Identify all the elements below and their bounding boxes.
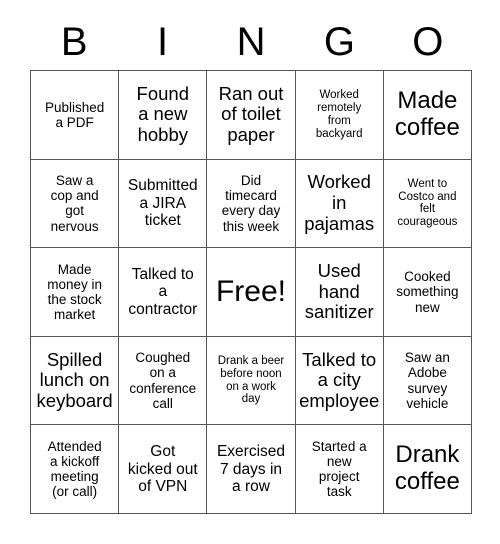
bingo-cell-label: Made money in the stock market	[47, 261, 102, 323]
bingo-cell[interactable]: Talked to a city employee	[295, 336, 384, 426]
bingo-cell-label: Exercised 7 days in a row	[216, 443, 286, 495]
bingo-cell[interactable]: Worked remotely from backyard	[295, 71, 384, 160]
bingo-cell-label: Talked to a city employee	[299, 348, 380, 411]
bingo-cell[interactable]: Went to Costco and felt courageous	[383, 159, 472, 249]
bingo-cell-label: Went to Costco and felt courageous	[397, 177, 458, 229]
bingo-cell-label: Worked in pajamas	[304, 171, 375, 234]
bingo-header-letter-i: I	[157, 20, 169, 64]
bingo-cell-label: Cooked something new	[396, 269, 459, 315]
bingo-cell-label: Did timecard every day this week	[221, 173, 281, 234]
bingo-header-letter-b: B	[60, 20, 88, 64]
bingo-cell[interactable]: Coughed on a conference call	[119, 336, 208, 426]
bingo-cell[interactable]: Did timecard every day this week	[207, 159, 296, 249]
bingo-cell-label: Got kicked out of VPN	[127, 443, 198, 495]
bingo-cell-label: Drank a beer before noon on a work day	[217, 354, 285, 406]
bingo-cell-free[interactable]: Free!	[207, 248, 296, 337]
bingo-cell[interactable]: Exercised 7 days in a row	[207, 425, 296, 514]
bingo-cell-label: Saw an Adobe survey vehicle	[404, 350, 450, 411]
bingo-grid: Published a PDF Found a new hobby Ran out …	[30, 70, 472, 514]
bingo-cell-label: Coughed on a conference call	[129, 350, 197, 411]
bingo-card: B I N G O Published a PDF Found a new hob…	[0, 0, 500, 544]
bingo-cell[interactable]: Started a new project task	[295, 425, 384, 514]
bingo-cell[interactable]: Ran out of toilet paper	[207, 71, 296, 160]
bingo-cell-label: Started a new project task	[311, 438, 367, 500]
bingo-header-letter-g: G	[323, 20, 355, 64]
bingo-cell[interactable]: Spilled lunch on keyboard	[31, 336, 120, 426]
bingo-header-row: B I N G O	[30, 14, 472, 70]
bingo-cell-label: Saw a cop and got nervous	[50, 173, 99, 234]
bingo-cell[interactable]: Made money in the stock market	[31, 248, 120, 337]
bingo-cell[interactable]: Published a PDF	[31, 71, 120, 160]
bingo-cell-label: Used hand sanitizer	[304, 259, 374, 323]
bingo-cell[interactable]: Found a new hobby	[119, 71, 208, 160]
bingo-cell-label: Drank coffee	[394, 441, 460, 496]
bingo-cell-label: Attended a kickoff meeting (or call)	[47, 438, 102, 500]
bingo-cell[interactable]: Made coffee	[383, 71, 472, 160]
bingo-cell[interactable]: Attended a kickoff meeting (or call)	[31, 425, 120, 514]
bingo-cell[interactable]: Talked to a contractor	[119, 248, 208, 337]
bingo-cell[interactable]: Got kicked out of VPN	[119, 425, 208, 514]
bingo-cell[interactable]: Drank a beer before noon on a work day	[207, 336, 296, 426]
bingo-cell-label: Talked to a contractor	[128, 265, 198, 318]
bingo-cell-label: Published a PDF	[44, 99, 105, 130]
bingo-cell-label: Found a new hobby	[136, 82, 190, 146]
bingo-cell[interactable]: Worked in pajamas	[295, 159, 384, 249]
bingo-cell-label: Spilled lunch on keyboard	[36, 348, 113, 411]
bingo-header-letter-o: O	[412, 20, 444, 64]
bingo-cell[interactable]: Drank coffee	[383, 425, 472, 514]
bingo-cell-label: Submitted a JIRA ticket	[127, 177, 198, 230]
bingo-header-letter-n: N	[236, 20, 266, 64]
bingo-cell[interactable]: Used hand sanitizer	[295, 248, 384, 337]
bingo-cell-label: Ran out of toilet paper	[218, 82, 284, 146]
bingo-cell[interactable]: Saw a cop and got nervous	[31, 159, 120, 249]
bingo-cell[interactable]: Submitted a JIRA ticket	[119, 159, 208, 249]
bingo-cell-label: Worked remotely from backyard	[315, 89, 363, 140]
bingo-cell-label: Free!	[215, 275, 286, 309]
bingo-cell[interactable]: Cooked something new	[383, 248, 472, 337]
bingo-cell[interactable]: Saw an Adobe survey vehicle	[383, 336, 472, 426]
bingo-cell-label: Made coffee	[394, 86, 460, 141]
